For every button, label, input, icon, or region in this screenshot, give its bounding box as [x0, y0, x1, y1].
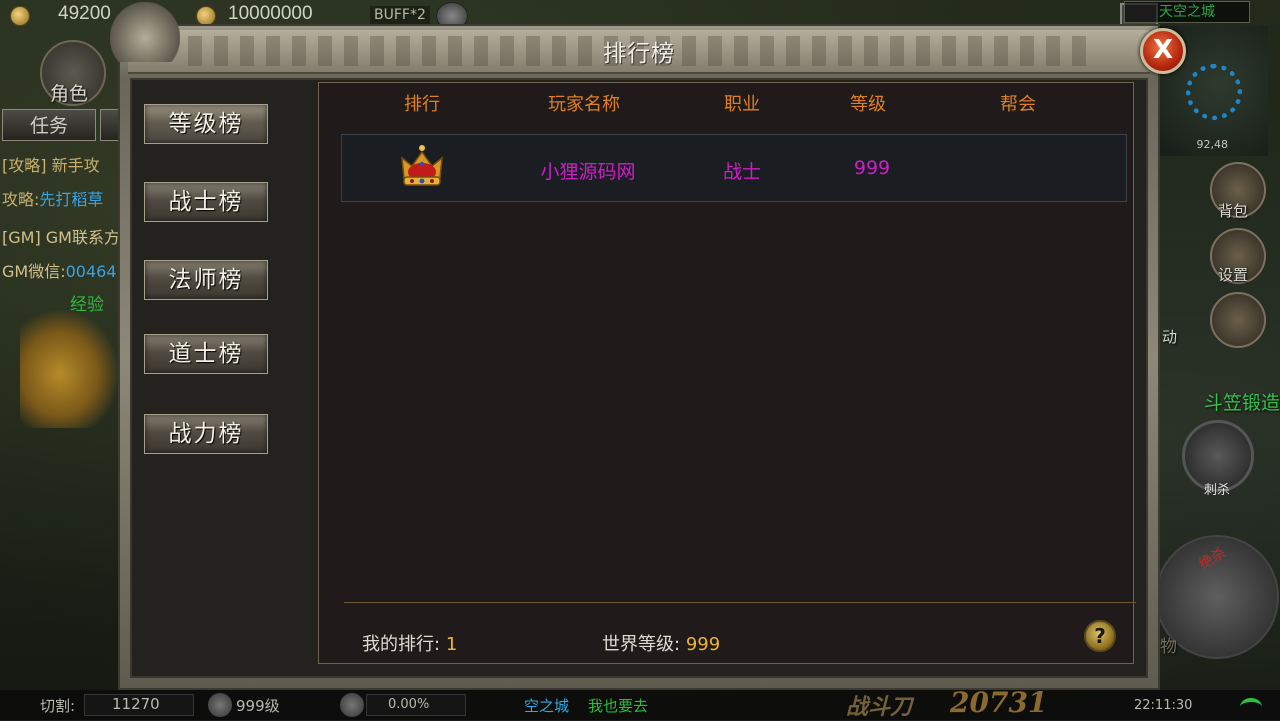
col-header-guild: 帮会 — [1000, 94, 1036, 115]
gold-coin-icon — [196, 6, 216, 26]
tab-taoist-rank[interactable]: 道士榜 — [144, 334, 268, 374]
level-orb-icon — [208, 693, 232, 717]
col-header-rank: 排行 — [404, 94, 440, 115]
exp-orb-icon — [340, 693, 364, 717]
help-button[interactable]: ? — [1084, 620, 1116, 652]
bag-label: 背包 — [1218, 202, 1249, 220]
exp-coin-icon — [10, 6, 30, 26]
task-button[interactable]: 任务 — [2, 109, 96, 141]
row-job: 战士 — [722, 161, 761, 183]
col-header-player: 玩家名称 — [548, 94, 620, 115]
col-header-level: 等级 — [850, 94, 886, 115]
wifi-icon — [1240, 698, 1262, 716]
chat-guide2-highlight: 先打稻草 — [39, 190, 104, 209]
crown-icon — [401, 145, 443, 186]
skill-label: 刺杀 — [1204, 483, 1231, 498]
item-label: 物 — [1160, 637, 1177, 657]
dialog-title: 排行榜 — [603, 41, 675, 67]
clock: 22:11:30 — [1134, 698, 1193, 713]
chat-message[interactable]: 我也要去 — [588, 695, 648, 716]
tab-power-rank[interactable]: 战力榜 — [144, 414, 268, 454]
my-rank: 我的排行: 1 — [362, 630, 457, 656]
col-header-job: 职业 — [724, 94, 760, 115]
row-player-name: 小狸源码网 — [540, 161, 636, 183]
chat-gmwx-value: 0046474 — [65, 262, 120, 281]
auto-fight-icon[interactable] — [1210, 292, 1266, 348]
exp-percent: 0.00% — [388, 697, 430, 712]
forge-label[interactable]: 斗笠锻造 — [1204, 388, 1280, 415]
buff-label[interactable]: BUFF*2 — [370, 6, 430, 24]
chat-guide-line[interactable]: [攻略] 新手攻 — [2, 152, 120, 176]
chat-gmwx-line[interactable]: GM微信:0046474 — [2, 258, 120, 282]
role-label: 角色 — [50, 83, 89, 105]
minimap-path-icon — [1186, 64, 1242, 120]
row-level: 999 — [853, 157, 891, 179]
level-value: 999级 — [236, 697, 280, 715]
tab-mage-rank[interactable]: 法师榜 — [144, 260, 268, 300]
world-level-label: 世界等级: — [602, 634, 681, 655]
cut-label: 切割: — [40, 697, 76, 715]
map-name: 天空之城 — [1124, 1, 1250, 23]
chat-guide2-prefix: 攻略: — [2, 190, 40, 209]
world-level: 世界等级: 999 — [602, 630, 720, 656]
power-value: 20731 — [950, 686, 1048, 719]
cut-value: 11270 — [112, 695, 160, 713]
chat-guide2-line[interactable]: 攻略:先打稻草 — [2, 186, 120, 210]
chat-speaker[interactable]: 空之城 — [524, 695, 569, 716]
auto-label: 动 — [1162, 328, 1178, 346]
player-coords: 92,48 — [1196, 138, 1229, 151]
world-level-value: 999 — [685, 634, 721, 655]
bottom-bar: 切割: 11270 999级 0.00% 空之城 我也要去 战斗刀 20731 … — [0, 686, 1280, 720]
gold-value: 10000000 — [228, 3, 313, 24]
chat-gm-line[interactable]: [GM] GM联系方 — [2, 224, 120, 248]
close-button[interactable]: X — [1140, 28, 1186, 74]
game-title-logo: 战斗刀 — [846, 694, 913, 720]
treasure-chest-icon[interactable] — [20, 308, 120, 428]
exp-value: 49200 — [58, 3, 111, 24]
tab-level-rank[interactable]: 等级榜 — [144, 104, 268, 144]
settings-label: 设置 — [1218, 266, 1249, 284]
tab-warrior-rank[interactable]: 战士榜 — [144, 182, 268, 222]
chat-gmwx-prefix: GM微信: — [2, 262, 66, 281]
leaderboard-dialog: 排行榜 X 等级榜 战士榜 法师榜 道士榜 战力榜 排行 玩家名称 职业 等级 … — [110, 2, 1186, 690]
my-rank-label: 我的排行: — [362, 634, 441, 655]
footer-divider — [344, 602, 1136, 603]
my-rank-value: 1 — [445, 634, 458, 655]
